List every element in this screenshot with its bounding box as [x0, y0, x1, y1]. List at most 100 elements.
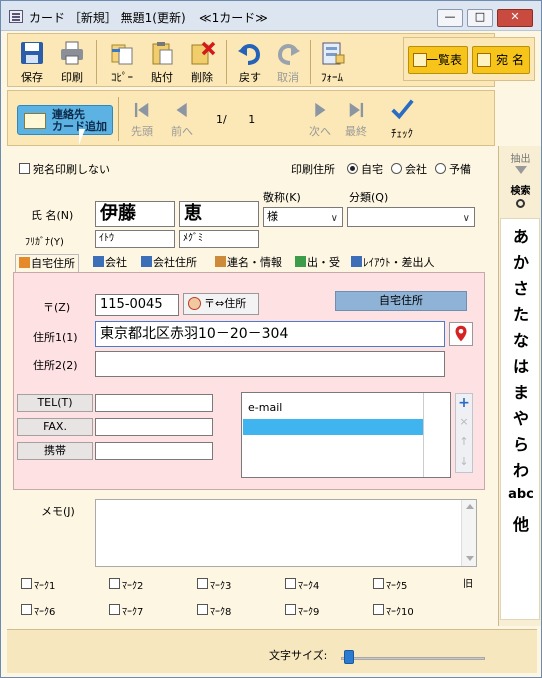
checkbox[interactable]: [373, 578, 384, 589]
no-print-checkbox[interactable]: [19, 163, 30, 174]
mark-checkbox-8[interactable]: ﾏｰｸ8: [197, 603, 231, 618]
undo-button[interactable]: 戻す: [232, 37, 268, 85]
kana-index-item[interactable]: た: [501, 301, 541, 325]
next-label: 次へ: [309, 125, 331, 138]
mark-checkbox-7[interactable]: ﾏｰｸ7: [109, 603, 143, 618]
kana-index-item[interactable]: な: [501, 327, 541, 351]
next-record-button[interactable]: 次へ: [302, 97, 338, 145]
delete-button[interactable]: 削除: [184, 37, 220, 85]
mark-label: ﾏｰｸ6: [34, 607, 56, 618]
tab-joint-name-info[interactable]: 連名・情報: [215, 254, 282, 272]
maximize-button[interactable]: □: [467, 9, 493, 27]
font-size-slider-thumb[interactable]: [344, 650, 354, 664]
checkbox[interactable]: [285, 578, 296, 589]
mark-checkbox-5[interactable]: ﾏｰｸ5: [373, 577, 407, 592]
last-name-kana-field[interactable]: ｲﾄｳ: [95, 230, 175, 248]
mark-checkbox-3[interactable]: ﾏｰｸ3: [197, 577, 231, 592]
address2-field[interactable]: [95, 351, 445, 377]
checkbox[interactable]: [373, 604, 384, 615]
copy-button[interactable]: ｺﾋﾟｰ: [104, 37, 140, 85]
prev-label: 前へ: [171, 125, 193, 138]
close-button[interactable]: ✕: [497, 9, 533, 27]
fax-field[interactable]: [95, 418, 213, 436]
checkbox[interactable]: [109, 578, 120, 589]
check-button[interactable]: ﾁｪｯｸ: [384, 95, 420, 143]
kana-index-item[interactable]: わ: [501, 457, 541, 481]
mark-checkbox-6[interactable]: ﾏｰｸ6: [21, 603, 55, 618]
redo-label: 取消: [277, 71, 299, 84]
checkbox[interactable]: [109, 604, 120, 615]
minimize-button[interactable]: —: [437, 9, 463, 27]
remove-email-icon[interactable]: ×: [456, 414, 472, 430]
form-button[interactable]: ﾌｫｰﾑ: [314, 37, 350, 85]
move-up-icon[interactable]: ↑: [456, 434, 472, 450]
toolbar-separator: [226, 40, 227, 84]
mark-checkbox-2[interactable]: ﾏｰｸ2: [109, 577, 143, 592]
list-view-button[interactable]: 一覧表: [408, 46, 468, 74]
fax-label-button[interactable]: FAX.: [17, 418, 93, 436]
tab-layout-sender[interactable]: ﾚｲｱｳﾄ・差出人: [351, 254, 435, 272]
mark-label: ﾏｰｸ8: [210, 607, 232, 618]
tel-label-button[interactable]: TEL(T): [17, 394, 93, 412]
tab-company-address[interactable]: 会社住所: [141, 254, 197, 272]
print-addr-spare-radio[interactable]: [435, 163, 446, 174]
map-pin-button[interactable]: [449, 322, 473, 346]
mark-checkbox-10[interactable]: ﾏｰｸ10: [373, 603, 414, 618]
zip-convert-button[interactable]: 〒⇔住所: [183, 293, 259, 315]
memo-scrollbar[interactable]: [461, 500, 476, 566]
checkbox[interactable]: [21, 578, 32, 589]
search-button[interactable]: 検索: [499, 182, 542, 208]
zip-field[interactable]: 115-0045: [95, 294, 179, 316]
addressee-button[interactable]: 宛 名: [472, 46, 530, 74]
print-button[interactable]: 印刷: [54, 37, 90, 85]
add-contact-card-button[interactable]: 連絡先 カード追加: [17, 105, 113, 135]
kana-index-item[interactable]: は: [501, 353, 541, 377]
kana-index-item[interactable]: あ: [501, 223, 541, 247]
kana-index-item[interactable]: さ: [501, 275, 541, 299]
checkbox[interactable]: [197, 578, 208, 589]
kana-index-item[interactable]: や: [501, 405, 541, 429]
paste-button[interactable]: 貼付: [144, 37, 180, 85]
extract-label: 抽出: [510, 154, 531, 165]
checkbox[interactable]: [197, 604, 208, 615]
extract-button[interactable]: 抽出: [499, 150, 542, 174]
kana-index-item[interactable]: ら: [501, 431, 541, 455]
history-icon[interactable]: 旧: [463, 575, 473, 590]
first-record-button[interactable]: 先頭: [124, 97, 160, 145]
tab-home-address[interactable]: 自宅住所: [15, 254, 79, 272]
honorific-select[interactable]: 様 ∨: [263, 207, 343, 227]
print-addr-home-radio[interactable]: [347, 163, 358, 174]
first-name-kana-field[interactable]: ﾒｸﾞﾐ: [179, 230, 259, 248]
move-down-icon[interactable]: ↓: [456, 454, 472, 470]
font-size-slider[interactable]: [341, 657, 485, 660]
email-list[interactable]: e-mail: [241, 392, 451, 478]
last-record-button[interactable]: 最終: [338, 97, 374, 145]
mark-checkbox-9[interactable]: ﾏｰｸ9: [285, 603, 319, 618]
add-email-icon[interactable]: +: [456, 395, 472, 411]
kana-index-item[interactable]: か: [501, 249, 541, 273]
checkbox[interactable]: [285, 604, 296, 615]
redo-button[interactable]: 取消: [270, 37, 306, 85]
kana-index-item[interactable]: abc: [501, 487, 541, 502]
first-name-field[interactable]: 恵: [179, 201, 259, 227]
mark-checkbox-4[interactable]: ﾏｰｸ4: [285, 577, 319, 592]
address1-field[interactable]: 東京都北区赤羽10－20－304: [95, 321, 445, 347]
tab-sent-received[interactable]: 出・受: [295, 254, 340, 272]
tab-label: ﾚｲｱｳﾄ・差出人: [363, 256, 435, 269]
prev-record-button[interactable]: 前へ: [164, 97, 200, 145]
copy-icon: [111, 44, 133, 65]
checkbox[interactable]: [21, 604, 32, 615]
mark-checkbox-1[interactable]: ﾏｰｸ1: [21, 577, 55, 592]
kana-index-item[interactable]: 他: [501, 511, 541, 535]
mobile-label-button[interactable]: 携帯: [17, 442, 93, 460]
kana-index-item[interactable]: ま: [501, 379, 541, 403]
print-addr-company-radio[interactable]: [391, 163, 402, 174]
last-name-field[interactable]: 伊藤: [95, 201, 175, 227]
memo-field[interactable]: [95, 499, 477, 567]
mobile-field[interactable]: [95, 442, 213, 460]
category-select[interactable]: ∨: [347, 207, 475, 227]
email-selected-row[interactable]: [243, 419, 423, 435]
tab-company[interactable]: 会社: [93, 254, 127, 272]
tel-field[interactable]: [95, 394, 213, 412]
save-button[interactable]: 保存: [14, 37, 50, 85]
